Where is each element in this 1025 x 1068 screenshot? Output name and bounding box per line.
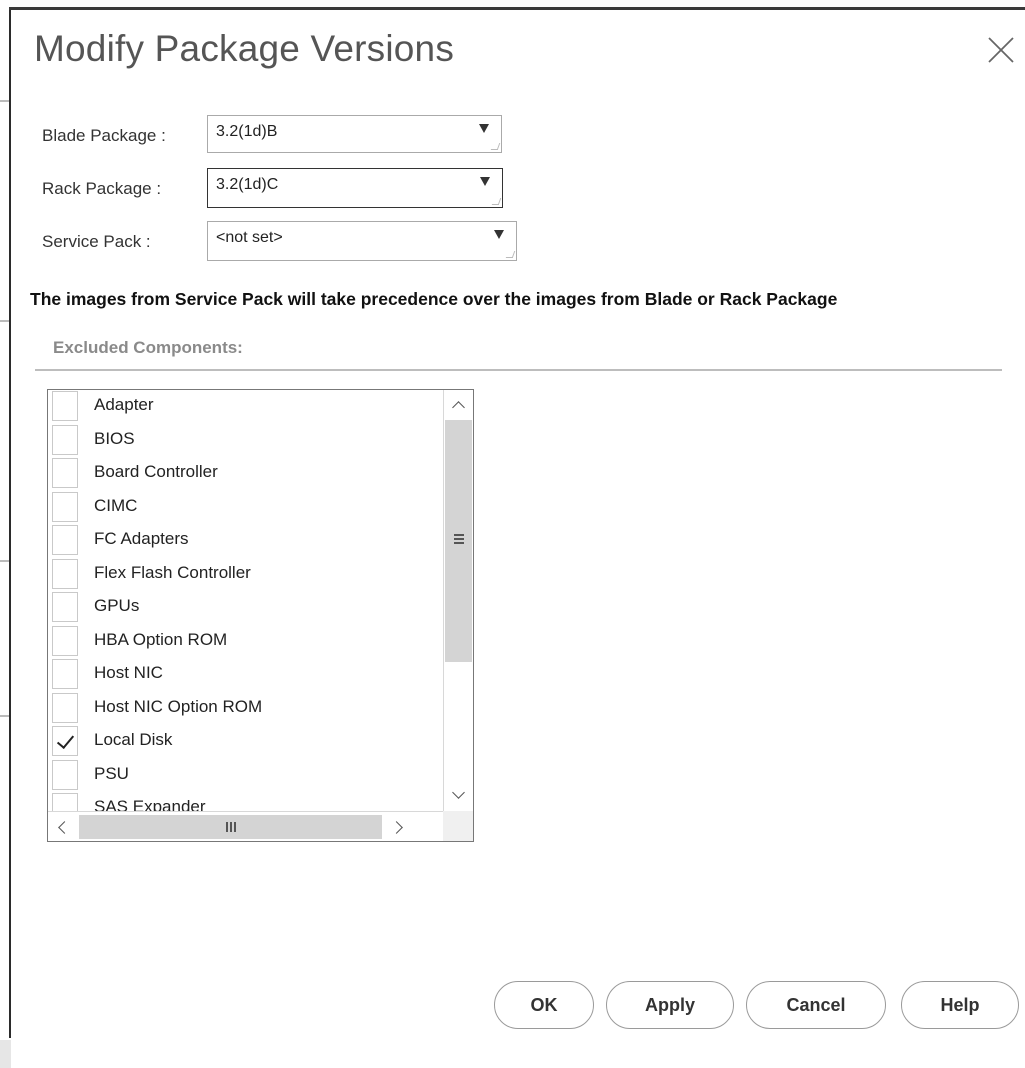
component-label: Local Disk [94, 730, 173, 749]
component-label: Flex Flash Controller [94, 562, 251, 582]
component-label: BIOS [94, 428, 135, 448]
component-checkbox[interactable] [52, 692, 78, 723]
component-label: GPUs [94, 596, 140, 615]
frame-tick [0, 320, 9, 322]
service-pack-value: <not set> [216, 229, 283, 246]
rack-package-value: 3.2(1d)C [216, 176, 279, 193]
scroll-left-button[interactable] [48, 812, 78, 841]
help-button[interactable]: Help [901, 981, 1019, 1029]
component-checkbox[interactable] [52, 458, 78, 488]
blade-package-value: 3.2(1d)B [216, 123, 278, 140]
scroll-right-button[interactable] [384, 812, 414, 841]
list-item[interactable]: CIMC [48, 491, 443, 525]
scrollbar-corner [443, 811, 473, 841]
window-frame-left [0, 0, 12, 1068]
component-label: HBA Option ROM [94, 629, 228, 649]
close-button[interactable] [981, 32, 1021, 72]
chevron-right-icon [390, 821, 403, 834]
component-label: FC Adapters [94, 529, 189, 548]
grip-icon [454, 538, 464, 540]
list-item[interactable]: Host NIC Option ROM [48, 692, 443, 726]
component-checkbox[interactable] [52, 558, 78, 589]
ok-button[interactable]: OK [494, 981, 594, 1029]
resize-grip-icon [491, 198, 502, 205]
dialog-title: Modify Package Versions [34, 28, 455, 69]
component-checkbox[interactable] [52, 592, 78, 622]
scroll-up-button[interactable] [444, 390, 473, 420]
checkmark-icon [56, 730, 75, 750]
component-label: CIMC [94, 495, 138, 515]
grip-icon [230, 822, 232, 832]
list-item[interactable]: Host NIC [48, 658, 443, 692]
component-checkbox[interactable] [52, 726, 78, 756]
component-label: PSU [94, 763, 129, 783]
service-pack-label: Service Pack : [42, 232, 151, 251]
window-frame-top [9, 7, 1025, 10]
list-item[interactable]: Local Disk [48, 725, 443, 759]
resize-grip-icon [505, 251, 516, 258]
excluded-components-heading: Excluded Components: [53, 338, 243, 357]
scroll-down-button[interactable] [444, 781, 473, 811]
chevron-left-icon [58, 821, 71, 834]
list-item[interactable]: BIOS [48, 424, 443, 458]
section-divider [35, 369, 1002, 371]
frame-tick [0, 560, 9, 562]
vertical-scrollbar[interactable] [443, 390, 473, 811]
rack-package-label: Rack Package : [42, 179, 162, 198]
chevron-down-icon [452, 786, 465, 799]
chevron-up-icon [452, 401, 465, 414]
blade-package-label: Blade Package : [42, 126, 166, 145]
horizontal-scrollbar[interactable] [48, 811, 443, 841]
component-checkbox[interactable] [52, 391, 78, 421]
frame-corner [0, 1040, 11, 1068]
component-checkbox[interactable] [52, 659, 78, 689]
grip-icon [454, 542, 464, 544]
list-item[interactable]: FC Adapters [48, 524, 443, 558]
list-item[interactable]: HBA Option ROM [48, 625, 443, 659]
dropdown-arrow-icon [480, 177, 490, 186]
service-pack-select[interactable]: <not set> [207, 221, 517, 261]
rack-package-select[interactable]: 3.2(1d)C [207, 168, 503, 208]
dropdown-arrow-icon [479, 124, 489, 133]
component-label: Host NIC [94, 663, 163, 682]
list-item[interactable]: Board Controller [48, 457, 443, 491]
blade-package-select[interactable]: 3.2(1d)B [207, 115, 502, 153]
cancel-button[interactable]: Cancel [746, 981, 886, 1029]
list-item[interactable]: GPUs [48, 591, 443, 625]
frame-tick [0, 100, 9, 102]
component-checkbox[interactable] [52, 625, 78, 656]
excluded-components-list[interactable]: Adapter BIOS Board Controller CIMC FC Adapte… [47, 389, 474, 842]
grip-icon [234, 822, 236, 832]
apply-button[interactable]: Apply [606, 981, 734, 1029]
component-checkbox[interactable] [52, 491, 78, 522]
component-label: Adapter [94, 395, 154, 414]
window-edge [9, 8, 11, 1038]
dropdown-arrow-icon [494, 230, 504, 239]
precedence-note: The images from Service Pack will take p… [30, 289, 838, 309]
horizontal-scroll-thumb[interactable] [79, 815, 382, 839]
list-item[interactable]: Adapter [48, 390, 443, 424]
grip-icon [226, 822, 228, 832]
component-label: Host NIC Option ROM [94, 696, 263, 716]
frame-tick [0, 715, 9, 717]
grip-icon [454, 534, 464, 536]
close-icon [988, 37, 1014, 63]
list-item[interactable]: Flex Flash Controller [48, 558, 443, 592]
resize-grip-icon [490, 143, 501, 150]
component-checkbox[interactable] [52, 525, 78, 555]
component-checkbox[interactable] [52, 759, 78, 790]
component-checkbox[interactable] [52, 424, 78, 455]
component-label: Board Controller [94, 462, 218, 481]
vertical-scroll-thumb[interactable] [445, 420, 472, 662]
component-rows: Adapter BIOS Board Controller CIMC FC Adapte… [48, 390, 443, 826]
list-item[interactable]: PSU [48, 759, 443, 793]
